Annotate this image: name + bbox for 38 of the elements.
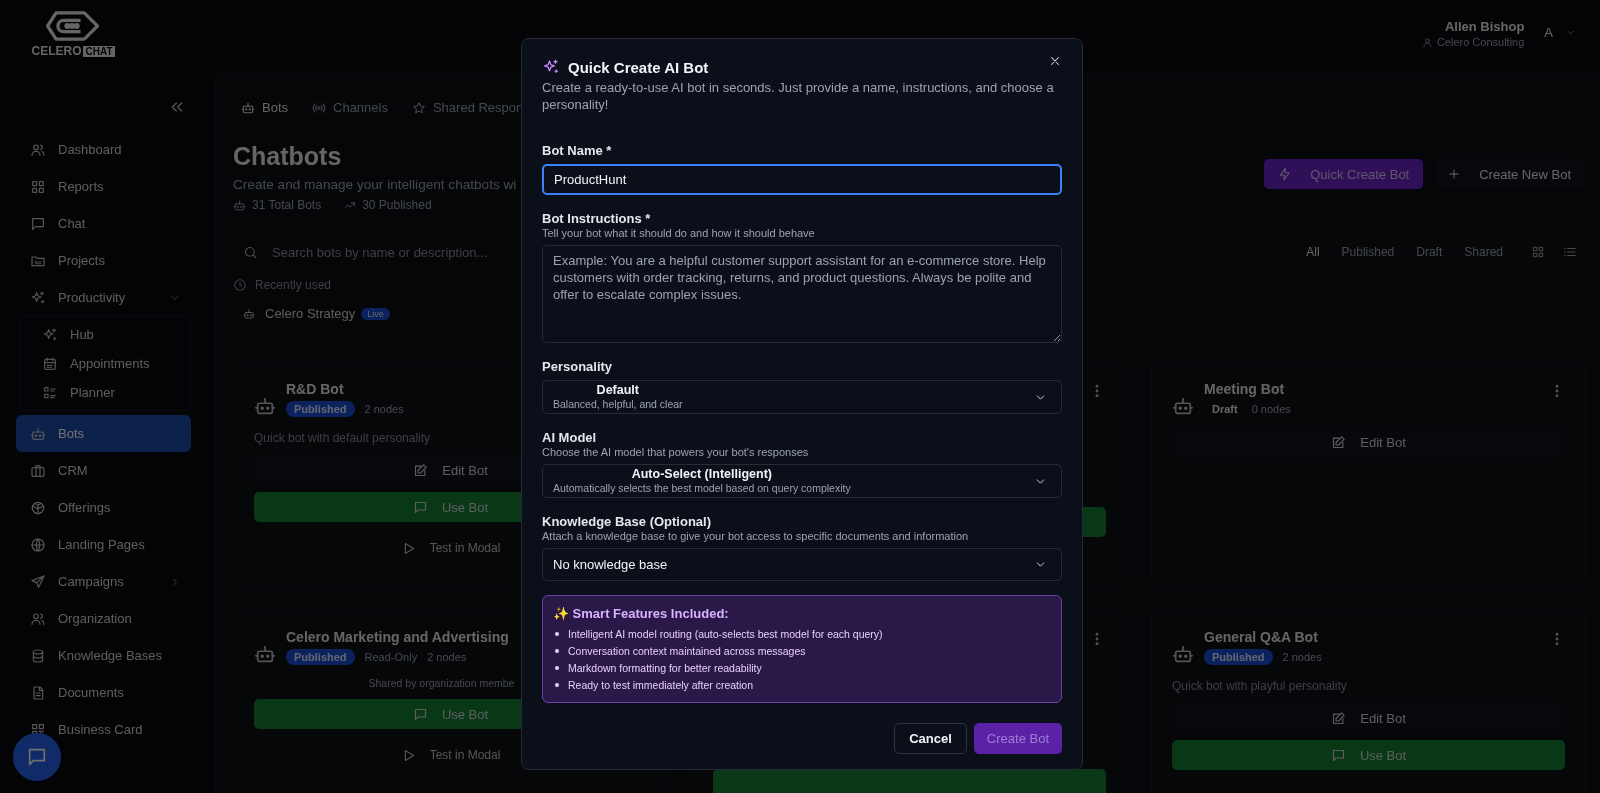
status-badge: Live <box>361 307 390 320</box>
features-title: ✨ Smart Features Included: <box>553 606 730 621</box>
node-count: 2 nodes <box>364 403 404 415</box>
field-hint: Attach a knowledge base to give your bot access to specific documents and information <box>542 530 970 542</box>
node-count: 0 nodes <box>1251 403 1291 415</box>
bot-name: Celero Marketing and Advertising <box>286 629 509 645</box>
field-label: AI Model <box>542 430 598 445</box>
stat-text: 30 Published <box>362 198 432 212</box>
dialog-title: Quick Create AI Bot <box>568 58 710 76</box>
stat-text: 31 Total Bots <box>252 198 322 212</box>
page-title: Chatbots <box>233 142 343 171</box>
bot-description: Quick bot with playful personality <box>1172 679 1347 693</box>
field-label: Personality <box>542 359 614 374</box>
organization-name: Celero Consulting <box>1436 36 1525 48</box>
recent-heading: Recently used <box>255 278 332 292</box>
status-label: Draft <box>1211 402 1239 417</box>
status-badge: Published <box>286 649 355 665</box>
field-hint: Tell your bot what it should do and how it should behave <box>542 227 816 239</box>
dialog-description: Create a ready-to-use AI bot in seconds. Just provide a name, instructions, and choose a personality! <box>542 79 1055 113</box>
feature-text: Conversation context maintained across messages <box>568 644 806 658</box>
bot-description: Quick bot with default personality <box>254 431 431 445</box>
bot-name: Meeting Bot <box>1204 381 1285 397</box>
status-badge: Published <box>286 401 355 417</box>
field-label: Bot Instructions * <box>542 211 652 226</box>
status-label: Read-Only <box>364 651 418 663</box>
node-count: 2 nodes <box>427 651 467 663</box>
field-label: Bot Name * <box>542 143 613 158</box>
node-count: 2 nodes <box>1282 651 1322 663</box>
field-hint: Choose the AI model that powers your bot's responses <box>542 446 810 458</box>
status-badge: Published <box>1204 649 1273 665</box>
feature-text: Markdown formatting for better readability <box>568 661 762 675</box>
feature-text: Ready to test immediately after creation <box>568 678 753 692</box>
bot-name: R&D Bot <box>286 381 344 397</box>
shared-note: Shared by organization membe <box>368 677 515 689</box>
feature-text: Intelligent AI model routing (auto-selects best model for each query) <box>568 627 883 641</box>
page-subtitle: Create and manage your intelligent chatbots wi <box>233 177 517 192</box>
bot-name: General Q&A Bot <box>1204 629 1318 645</box>
user-name: Allen Bishop <box>1444 19 1525 34</box>
